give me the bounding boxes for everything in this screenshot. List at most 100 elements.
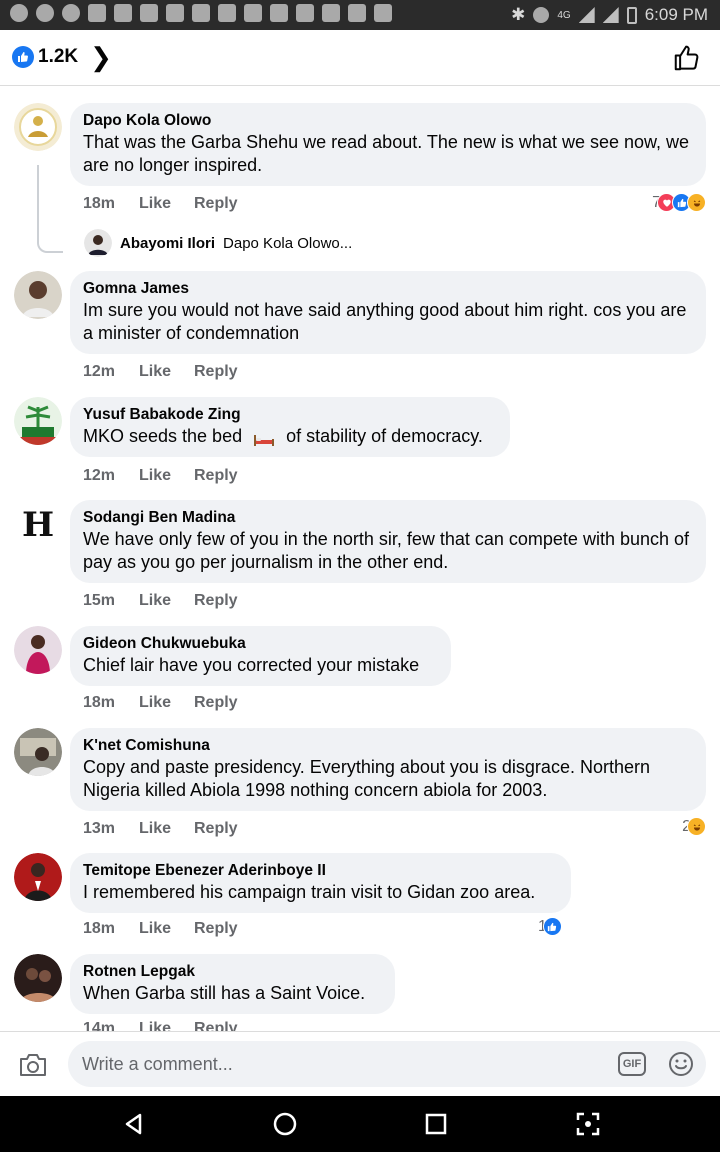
check-icon xyxy=(244,4,262,22)
like-link[interactable]: Like xyxy=(139,467,194,485)
comment-reactions[interactable]: 7 xyxy=(652,193,706,212)
comment-actions: 14m Like Reply xyxy=(83,1020,238,1031)
comment-reactions[interactable]: 1 xyxy=(538,917,562,936)
comment-actions: 12m Like Reply xyxy=(83,363,238,381)
comment-author[interactable]: K'net Comishuna xyxy=(83,736,692,756)
emoji-icon[interactable] xyxy=(668,1051,694,1077)
check-icon xyxy=(270,4,288,22)
comment-time: 12m xyxy=(83,363,116,380)
avatar[interactable]: H xyxy=(14,500,62,548)
comment-text: MKO seeds the bed of stability of democr… xyxy=(83,425,496,448)
comment-bubble[interactable]: Sodangi Ben Madina We have only few of y… xyxy=(70,500,706,583)
comment-bubble[interactable]: Yusuf Babakode Zing MKO seeds the bed of… xyxy=(70,397,510,457)
recents-icon[interactable] xyxy=(422,1110,450,1138)
comment-author[interactable]: Gomna James xyxy=(83,279,692,299)
app-icon xyxy=(374,4,392,22)
reaction-count: 1.2K xyxy=(38,46,79,67)
haha-reaction-icon xyxy=(687,193,706,212)
reply-link[interactable]: Reply xyxy=(194,1020,238,1031)
avatar[interactable] xyxy=(14,728,62,776)
avatar[interactable] xyxy=(14,853,62,901)
comment-actions: 12m Like Reply xyxy=(83,467,238,485)
check-icon xyxy=(192,4,210,22)
reply-author[interactable]: Abayomi Ilori xyxy=(120,235,215,252)
comment-time: 18m xyxy=(83,195,116,212)
avatar[interactable] xyxy=(14,954,62,1002)
bed-emoji-icon xyxy=(253,430,275,447)
comment-composer: Write a comment... GIF xyxy=(0,1031,720,1096)
comment-input[interactable]: Write a comment... GIF xyxy=(68,1041,706,1087)
like-link[interactable]: Like xyxy=(139,694,194,712)
bluetooth-icon: ✱ xyxy=(511,5,526,24)
reply-link[interactable]: Reply xyxy=(194,694,238,712)
gif-button[interactable]: GIF xyxy=(618,1052,646,1076)
like-reaction-icon xyxy=(12,46,34,68)
status-bar: ✱ 4G 6:09 PM xyxy=(0,0,720,30)
comment-bubble[interactable]: Dapo Kola Olowo That was the Garba Shehu… xyxy=(70,103,706,186)
comment-time: 15m xyxy=(83,592,116,609)
thread-connector xyxy=(37,165,63,253)
comment-author[interactable]: Dapo Kola Olowo xyxy=(83,111,692,131)
reply-link[interactable]: Reply xyxy=(194,195,238,213)
like-link[interactable]: Like xyxy=(139,195,194,213)
check-icon xyxy=(218,4,236,22)
like-button-icon[interactable] xyxy=(672,43,702,73)
twitter-icon xyxy=(348,4,366,22)
comment-text: Copy and paste presidency. Everything ab… xyxy=(83,757,650,800)
instagram-icon xyxy=(166,4,184,22)
system-navigation-bar xyxy=(0,1096,720,1152)
comment-list[interactable]: Dapo Kola Olowo That was the Garba Shehu… xyxy=(0,87,720,1031)
like-link[interactable]: Like xyxy=(139,1020,194,1031)
comment-bubble[interactable]: Rotnen Lepgak When Garba still has a Sai… xyxy=(70,954,395,1014)
comment-bubble[interactable]: K'net Comishuna Copy and paste presidenc… xyxy=(70,728,706,811)
avatar[interactable] xyxy=(14,271,62,319)
reactions-header: 1.2K ❯ xyxy=(0,30,720,86)
reaction-summary[interactable]: 1.2K ❯ xyxy=(12,44,112,70)
home-icon[interactable] xyxy=(271,1110,299,1138)
like-reaction-icon xyxy=(542,917,562,936)
comment-author[interactable]: Rotnen Lepgak xyxy=(83,962,381,982)
avatar[interactable] xyxy=(14,103,62,151)
clipped-text xyxy=(218,87,222,95)
notification-icons xyxy=(10,4,392,22)
reply-link[interactable]: Reply xyxy=(194,467,238,485)
like-link[interactable]: Like xyxy=(139,920,194,938)
signal-icon xyxy=(578,7,595,23)
comment-author[interactable]: Yusuf Babakode Zing xyxy=(83,405,496,425)
image-icon xyxy=(88,4,106,22)
back-icon[interactable] xyxy=(120,1110,148,1138)
like-link[interactable]: Like xyxy=(139,820,194,838)
reply-preview[interactable]: Abayomi Ilori Dapo Kola Olowo... xyxy=(84,229,352,257)
reply-link[interactable]: Reply xyxy=(194,920,238,938)
pinterest-icon xyxy=(10,4,28,22)
comment-author[interactable]: Gideon Chukwuebuka xyxy=(83,634,437,654)
comment-bubble[interactable]: Gomna James Im sure you would not have s… xyxy=(70,271,706,354)
avatar[interactable] xyxy=(14,397,62,445)
reply-link[interactable]: Reply xyxy=(194,592,238,610)
comment-input-placeholder: Write a comment... xyxy=(82,1053,233,1074)
like-link[interactable]: Like xyxy=(139,363,194,381)
reply-text: Dapo Kola Olowo... xyxy=(223,234,353,252)
comment-author[interactable]: Temitope Ebenezer Aderinboye II xyxy=(83,861,557,881)
comment-text: Chief lair have you corrected your mista… xyxy=(83,655,420,675)
comment-actions: 13m Like Reply xyxy=(83,820,238,838)
reply-link[interactable]: Reply xyxy=(194,820,238,838)
avatar[interactable] xyxy=(14,626,62,674)
comment-actions: 18m Like Reply xyxy=(83,694,238,712)
screen-capture-icon[interactable] xyxy=(574,1110,602,1138)
reply-link[interactable]: Reply xyxy=(194,363,238,381)
comment-actions: 15m Like Reply xyxy=(83,592,238,610)
signal-icon xyxy=(602,7,619,23)
comment-bubble[interactable]: Gideon Chukwuebuka Chief lair have you c… xyxy=(70,626,451,686)
like-link[interactable]: Like xyxy=(139,592,194,610)
comment-time: 14m xyxy=(83,1020,116,1031)
comment-bubble[interactable]: Temitope Ebenezer Aderinboye II I rememb… xyxy=(70,853,571,913)
haha-reaction-icon xyxy=(687,817,706,836)
check-icon xyxy=(322,4,340,22)
comment-text-part: of stability of democracy. xyxy=(286,426,483,446)
comment-author[interactable]: Sodangi Ben Madina xyxy=(83,508,692,528)
camera-icon[interactable] xyxy=(18,1052,48,1078)
comment-reactions[interactable]: 2 xyxy=(682,817,706,836)
comment-text: When Garba still has a Saint Voice. xyxy=(83,983,366,1003)
comment-text-part: MKO seeds the bed xyxy=(83,426,243,446)
